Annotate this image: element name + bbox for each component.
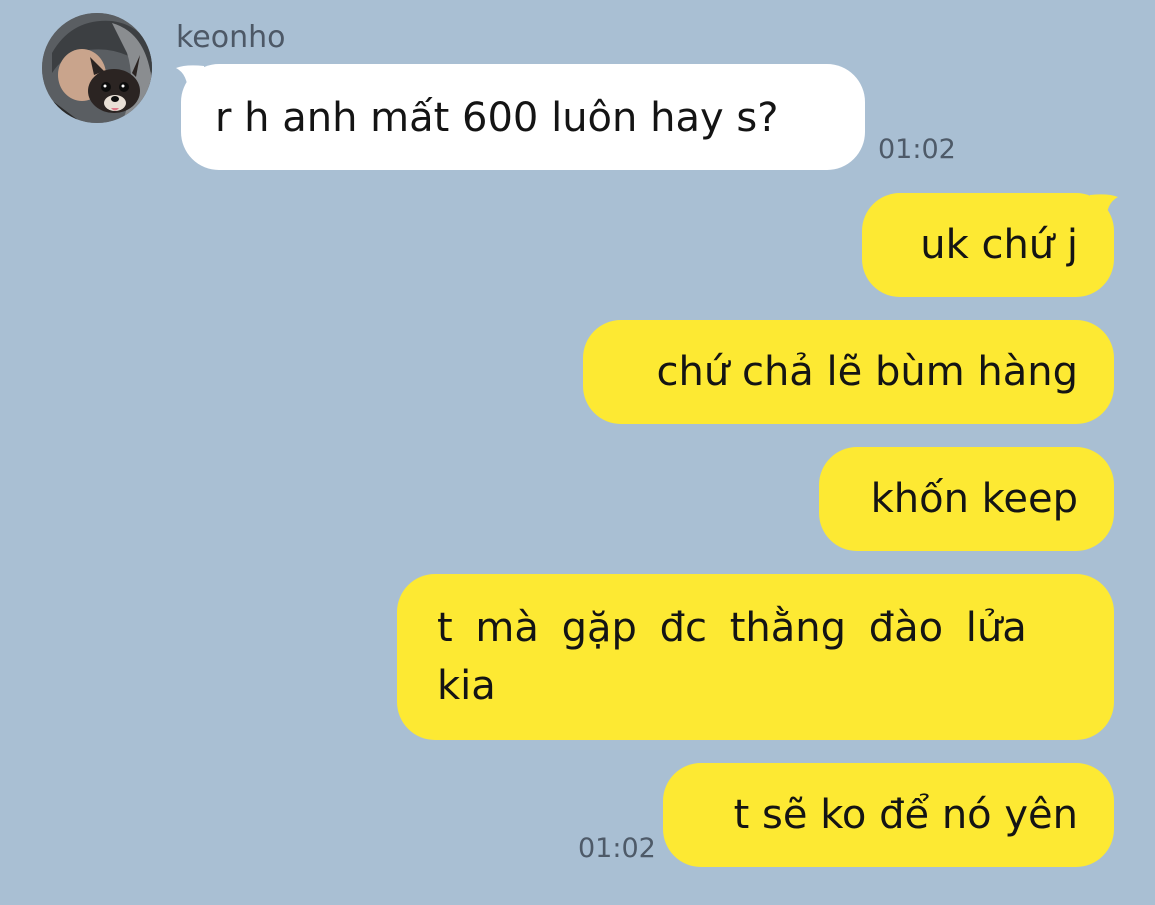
message-bubble-outgoing[interactable]: t mà gặp đc thằng đào lửa kia — [397, 574, 1114, 740]
message-timestamp: 01:02 — [578, 833, 656, 864]
message-text: uk chứ j — [920, 222, 1078, 268]
message-bubble-outgoing[interactable]: chứ chả lẽ bùm hàng — [583, 320, 1114, 424]
message-bubble-outgoing[interactable]: uk chứ j — [862, 193, 1114, 297]
message-text: chứ chả lẽ bùm hàng — [656, 349, 1078, 395]
chat-view: keonho r h anh mất 600 luôn hay s? 01:02… — [0, 0, 1155, 905]
message-bubble-outgoing[interactable]: khốn keep — [819, 447, 1114, 551]
message-text: t mà gặp đc thằng đào lửa kia — [437, 605, 1027, 709]
message-bubble-outgoing[interactable]: t sẽ ko để nó yên — [663, 763, 1114, 867]
avatar-photo-icon — [42, 13, 152, 123]
sender-name: keonho — [176, 20, 286, 55]
contact-avatar[interactable] — [42, 13, 152, 123]
message-timestamp: 01:02 — [878, 134, 956, 165]
message-text: r h anh mất 600 luôn hay s? — [215, 95, 779, 141]
message-text: t sẽ ko để nó yên — [733, 792, 1078, 838]
message-bubble-incoming[interactable]: r h anh mất 600 luôn hay s? — [181, 64, 865, 170]
message-text: khốn keep — [870, 476, 1078, 522]
